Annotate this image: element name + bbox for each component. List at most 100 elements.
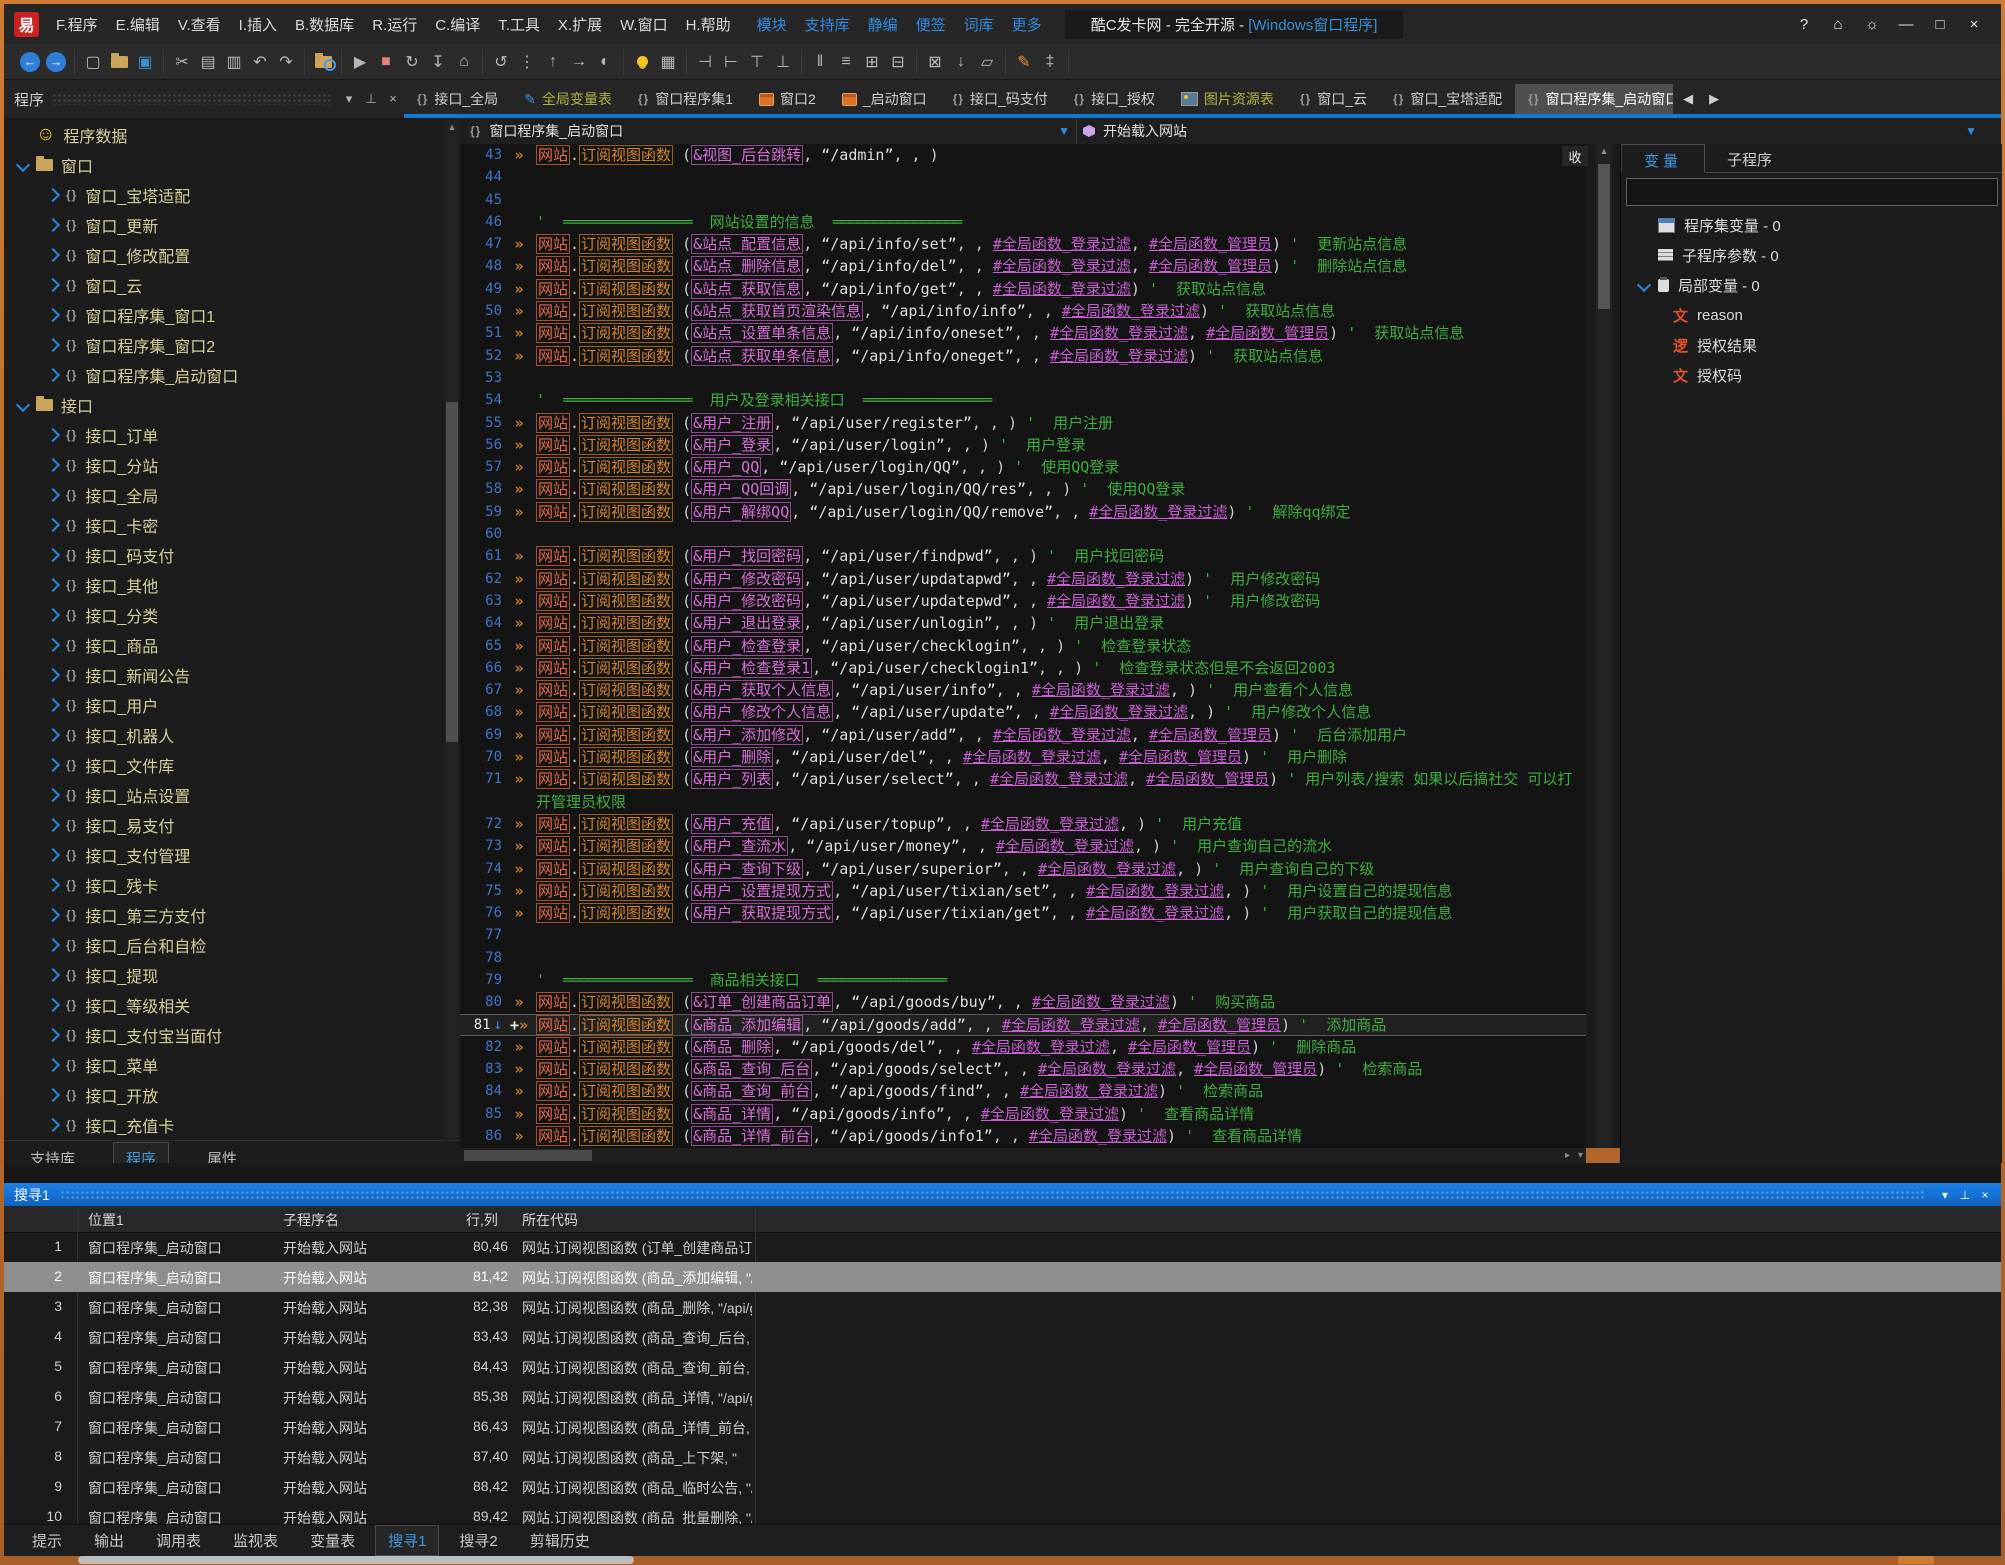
tab-窗口2[interactable]: 窗口2 xyxy=(746,84,829,114)
code-line-85[interactable]: 85»网站.订阅视图函数 (&商品_详情, “/api/goods/info”,… xyxy=(460,1103,1586,1125)
tip-icon[interactable] xyxy=(629,50,655,74)
code-line-86[interactable]: 86»网站.订阅视图函数 (&商品_详情_前台, “/api/goods/inf… xyxy=(460,1125,1586,1147)
menu-item-9[interactable]: W.窗口 xyxy=(611,10,677,39)
tree-item-窗口_修改配置[interactable]: {}窗口_修改配置 xyxy=(4,240,444,270)
code-line-57[interactable]: 57»网站.订阅视图函数 (&用户_QQ, “/api/user/login/Q… xyxy=(460,456,1586,478)
code-line-52[interactable]: 52»网站.订阅视图函数 (&站点_获取单条信息, “/api/info/one… xyxy=(460,345,1586,367)
code-line-56[interactable]: 56»网站.订阅视图函数 (&用户_登录, “/api/user/login”,… xyxy=(460,434,1586,456)
chevron-right-icon[interactable] xyxy=(46,998,60,1012)
search-result-row[interactable]: 9窗口程序集_启动窗口开始载入网站88,42网站.订阅视图函数 (商品_临时公告… xyxy=(4,1472,2001,1502)
tree-item-程序数据[interactable]: ☺程序数据 xyxy=(4,120,444,150)
search-result-row[interactable]: 3窗口程序集_启动窗口开始载入网站82,38网站.订阅视图函数 (商品_删除, … xyxy=(4,1292,2001,1322)
tab-窗口_宝塔适配[interactable]: {}窗口_宝塔适配 xyxy=(1380,84,1515,114)
tab-图片资源表[interactable]: 图片资源表 xyxy=(1168,84,1287,114)
code-line-78[interactable]: 78 xyxy=(460,947,1586,969)
chevron-right-icon[interactable] xyxy=(46,848,60,862)
menu-item-4[interactable]: B.数据库 xyxy=(286,10,363,39)
menu-item-6[interactable]: C.编译 xyxy=(426,10,489,39)
column-header-位置1[interactable]: 位置1 xyxy=(88,1210,124,1230)
code-line-75[interactable]: 75»网站.订阅视图函数 (&用户_设置提现方式, “/api/user/tix… xyxy=(460,880,1586,902)
scroll-up-icon[interactable]: ▲ xyxy=(1596,146,1612,156)
tree-item-接口_码支付[interactable]: {}接口_码支付 xyxy=(4,540,444,570)
chevron-right-icon[interactable] xyxy=(46,368,60,382)
dock-tab-搜寻1[interactable]: 搜寻1 xyxy=(375,1525,439,1556)
code-line-76[interactable]: 76»网站.订阅视图函数 (&用户_获取提现方式, “/api/user/tix… xyxy=(460,902,1586,924)
chevron-right-icon[interactable] xyxy=(46,608,60,622)
search-result-row[interactable]: 10窗口程序集_启动窗口开始载入网站89,42网站.订阅视图函数 (商品_批量删… xyxy=(4,1502,2001,1524)
code-line-66[interactable]: 66»网站.订阅视图函数 (&用户_检查登录1, “/api/user/chec… xyxy=(460,657,1586,679)
tab-接口_授权[interactable]: {}接口_授权 xyxy=(1061,84,1168,114)
minimize-icon[interactable]: — xyxy=(1889,16,1923,33)
scrollbar-thumb[interactable] xyxy=(446,402,458,742)
menu-item-10[interactable]: H.帮助 xyxy=(677,10,740,39)
scroll-right-icon[interactable]: ▸ xyxy=(1565,1148,1570,1163)
search-result-row[interactable]: 7窗口程序集_启动窗口开始载入网站86,43网站.订阅视图函数 (商品_详情_前… xyxy=(4,1412,2001,1442)
variable-item-程序集变量 - 0[interactable]: 程序集变量 - 0 xyxy=(1621,210,2002,240)
chevron-down-icon[interactable] xyxy=(1637,278,1651,292)
chevron-right-icon[interactable] xyxy=(46,1088,60,1102)
tree-item-接口_提现[interactable]: {}接口_提现 xyxy=(4,960,444,990)
tree-item-接口_开放[interactable]: {}接口_开放 xyxy=(4,1080,444,1110)
code-line-55[interactable]: 55»网站.订阅视图函数 (&用户_注册, “/api/user/registe… xyxy=(460,412,1586,434)
editor-horizontal-scrollbar[interactable]: ▸ ▾ xyxy=(460,1148,1586,1163)
copy-icon[interactable]: ▤ xyxy=(195,50,221,74)
editor-vertical-scrollbar[interactable]: ▲ xyxy=(1596,144,1612,1148)
right-panel-dropdown-icon[interactable]: ▼ xyxy=(1965,124,1977,138)
menu-extra-1[interactable]: 支持库 xyxy=(796,10,859,39)
cut-icon[interactable]: ✂ xyxy=(169,50,195,74)
code-line-53[interactable]: 53 xyxy=(460,367,1586,389)
search-result-row[interactable]: 6窗口程序集_启动窗口开始载入网站85,38网站.订阅视图函数 (商品_详情, … xyxy=(4,1382,2001,1412)
tab-scroll-left-icon[interactable]: ◀ xyxy=(1675,91,1701,107)
tree-item-接口_机器人[interactable]: {}接口_机器人 xyxy=(4,720,444,750)
tree-item-接口_订单[interactable]: {}接口_订单 xyxy=(4,420,444,450)
redo-icon[interactable]: ↷ xyxy=(273,50,299,74)
step-over-icon[interactable]: ↺ xyxy=(488,50,514,74)
tree-item-接口_全局[interactable]: {}接口_全局 xyxy=(4,480,444,510)
tree-item-接口_残卡[interactable]: {}接口_残卡 xyxy=(4,870,444,900)
code-line-74[interactable]: 74»网站.订阅视图函数 (&用户_查询下级, “/api/user/super… xyxy=(460,858,1586,880)
tree-item-接口_支付管理[interactable]: {}接口_支付管理 xyxy=(4,840,444,870)
back-icon[interactable]: ← xyxy=(17,50,43,74)
tree-item-接口_站点设置[interactable]: {}接口_站点设置 xyxy=(4,780,444,810)
column-header-所在代码[interactable]: 所在代码 xyxy=(522,1210,578,1230)
menu-extra-4[interactable]: 词库 xyxy=(955,10,1003,39)
variable-item-授权结果[interactable]: 逻授权结果 xyxy=(1621,330,2002,360)
expand-icon[interactable]: ▱ xyxy=(974,50,1000,74)
dock-tab-输出[interactable]: 输出 xyxy=(82,1526,136,1555)
build-icon[interactable]: ⌂ xyxy=(451,50,477,74)
tree-item-接口[interactable]: 接口 xyxy=(4,390,444,420)
tree-item-窗口程序集_窗口2[interactable]: {}窗口程序集_窗口2 xyxy=(4,330,444,360)
menu-extra-2[interactable]: 静编 xyxy=(859,10,907,39)
chevron-right-icon[interactable] xyxy=(46,458,60,472)
tree-item-窗口_宝塔适配[interactable]: {}窗口_宝塔适配 xyxy=(4,180,444,210)
close-icon[interactable]: × xyxy=(382,91,404,107)
tree-item-接口_后台和自检[interactable]: {}接口_后台和自检 xyxy=(4,930,444,960)
code-line-43[interactable]: 43»网站.订阅视图函数 (&视图_后台跳转, “/admin”, , ) xyxy=(460,144,1586,166)
menu-item-3[interactable]: I.插入 xyxy=(230,10,286,39)
align-top-icon[interactable]: ⊤ xyxy=(744,50,770,74)
code-editor[interactable]: 43»网站.订阅视图函数 (&视图_后台跳转, “/admin”, , ) 44… xyxy=(460,144,1586,1148)
tree-item-接口_新闻公告[interactable]: {}接口_新闻公告 xyxy=(4,660,444,690)
variable-item-局部变量 - 0[interactable]: 局部变量 - 0 xyxy=(1621,270,2002,300)
column-header-子程序名[interactable]: 子程序名 xyxy=(283,1210,339,1230)
code-line-54[interactable]: 54' ════════════════ 用户及登录相关接口 ═════════… xyxy=(460,389,1586,411)
code-line-65[interactable]: 65»网站.订阅视图函数 (&用户_检查登录, “/api/user/check… xyxy=(460,635,1586,657)
menu-item-2[interactable]: V.查看 xyxy=(169,10,230,39)
chevron-right-icon[interactable] xyxy=(46,488,60,502)
run-icon[interactable]: ▶ xyxy=(347,50,373,74)
search-result-row[interactable]: 5窗口程序集_启动窗口开始载入网站84,43网站.订阅视图函数 (商品_查询_前… xyxy=(4,1352,2001,1382)
chevron-right-icon[interactable] xyxy=(46,788,60,802)
new-file-icon[interactable]: ▢ xyxy=(80,50,106,74)
chevron-down-icon[interactable]: ▼ xyxy=(1058,124,1070,138)
tab-接口_码支付[interactable]: {}接口_码支付 xyxy=(940,84,1061,114)
store-icon[interactable]: ⌂ xyxy=(1821,16,1855,33)
code-line-48[interactable]: 48»网站.订阅视图函数 (&站点_删除信息, “/api/info/del”,… xyxy=(460,255,1586,277)
variable-item-子程序参数 - 0[interactable]: 子程序参数 - 0 xyxy=(1621,240,2002,270)
chevron-right-icon[interactable] xyxy=(46,908,60,922)
tree-item-窗口_更新[interactable]: {}窗口_更新 xyxy=(4,210,444,240)
tree-item-窗口程序集_启动窗口[interactable]: {}窗口程序集_启动窗口 xyxy=(4,360,444,390)
chevron-right-icon[interactable] xyxy=(46,518,60,532)
help-icon[interactable]: ? xyxy=(1787,16,1821,33)
chevron-right-icon[interactable] xyxy=(46,728,60,742)
dock-tab-监视表[interactable]: 监视表 xyxy=(221,1526,290,1555)
